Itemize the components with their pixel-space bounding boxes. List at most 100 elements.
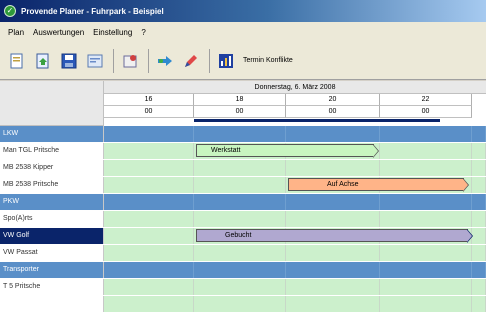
menu-auswertungen[interactable]: Auswertungen — [33, 28, 84, 37]
time-cell[interactable] — [104, 211, 194, 227]
chart-icon[interactable] — [215, 50, 237, 72]
time-cell — [194, 126, 286, 142]
toolbar-separator — [113, 48, 114, 73]
time-cell[interactable] — [286, 279, 380, 295]
open-icon[interactable] — [32, 50, 54, 72]
menu-bar: Plan Auswertungen Einstellung ? — [0, 22, 486, 42]
view-icon[interactable] — [84, 50, 106, 72]
time-cell[interactable] — [194, 279, 286, 295]
resource-label: T 5 Pritsche — [0, 279, 104, 295]
time-cell[interactable] — [472, 177, 486, 193]
group-row-transporter[interactable]: Transporter — [0, 262, 486, 279]
time-cell[interactable] — [194, 177, 286, 193]
time-cell[interactable] — [380, 211, 472, 227]
time-cell[interactable] — [104, 228, 194, 244]
time-cell — [286, 296, 380, 312]
time-cell — [380, 296, 472, 312]
title-bar: ✓ Provende Planer - Fuhrpark - Beispiel — [0, 0, 486, 22]
toolbar: Termin Konflikte — [0, 42, 486, 80]
time-cell — [194, 194, 286, 210]
resource-row[interactable]: Spo(A)rts — [0, 211, 486, 228]
conflicts-button[interactable]: Termin Konflikte — [243, 57, 293, 64]
group-row-pkw[interactable]: PKW — [0, 194, 486, 211]
bar-label: Auf Achse — [327, 181, 359, 188]
time-cell — [194, 296, 286, 312]
app-logo-icon: ✓ — [4, 5, 16, 17]
time-cell — [104, 262, 194, 278]
transfer-icon[interactable] — [154, 50, 176, 72]
resource-row[interactable]: MB 2538 Kipper — [0, 160, 486, 177]
time-cell[interactable] — [472, 228, 486, 244]
minute-cell: 00 — [286, 106, 380, 118]
time-cell[interactable] — [286, 245, 380, 261]
hour-cell: 16 — [104, 94, 194, 106]
hour-cell: 22 — [380, 94, 472, 106]
app-window: ✓ Provende Planer - Fuhrpark - Beispiel … — [0, 0, 486, 312]
resource-label: MB 2538 Pritsche — [0, 177, 104, 193]
time-cell[interactable] — [472, 279, 486, 295]
booking-bar-werkstatt[interactable]: Werkstatt — [196, 144, 379, 158]
date-header: Donnerstag, 6. März 2008 — [104, 81, 486, 94]
time-cell — [194, 262, 286, 278]
menu-plan[interactable]: Plan — [8, 28, 24, 37]
time-cell[interactable] — [380, 279, 472, 295]
time-cell[interactable] — [194, 160, 286, 176]
resource-label: Man TGL Pritsche — [0, 143, 104, 159]
bar-arrow — [463, 179, 468, 191]
gantt-chart: Donnerstag, 6. März 2008 16 18 20 22 00 … — [0, 81, 486, 312]
resource-row[interactable]: VW Passat — [0, 245, 486, 262]
group-label: PKW — [0, 194, 104, 210]
booking-bar-gebucht[interactable]: Gebucht — [196, 229, 473, 243]
time-cell — [104, 126, 194, 142]
menu-einstellung[interactable]: Einstellung — [93, 28, 132, 37]
time-cell — [104, 296, 194, 312]
time-cell[interactable] — [472, 211, 486, 227]
time-cell — [380, 126, 472, 142]
booking-bar-auf-achse[interactable]: Auf Achse — [288, 178, 469, 192]
bar-arrow — [373, 145, 378, 157]
pen-icon[interactable] — [180, 50, 202, 72]
resource-row[interactable]: Man TGL Pritsche Werkstatt — [0, 143, 486, 160]
time-cell[interactable] — [472, 160, 486, 176]
time-cell — [472, 194, 486, 210]
menu-help[interactable]: ? — [141, 28, 145, 37]
time-cell[interactable] — [104, 245, 194, 261]
resource-row[interactable]: MB 2538 Pritsche Auf Achse — [0, 177, 486, 194]
resource-label: Spo(A)rts — [0, 211, 104, 227]
tool-icon[interactable] — [119, 50, 141, 72]
time-cell — [472, 296, 486, 312]
header-corner — [0, 81, 104, 126]
time-cell[interactable] — [286, 211, 380, 227]
time-cell[interactable] — [104, 279, 194, 295]
group-label: Transporter — [0, 262, 104, 278]
time-cell[interactable] — [194, 245, 286, 261]
resource-label — [0, 296, 104, 312]
window-title: Provende Planer - Fuhrpark - Beispiel — [21, 6, 164, 16]
time-cell — [286, 194, 380, 210]
save-icon[interactable] — [58, 50, 80, 72]
time-cell[interactable] — [194, 211, 286, 227]
time-cell[interactable] — [380, 143, 472, 159]
time-cell[interactable] — [472, 143, 486, 159]
group-row-lkw[interactable]: LKW — [0, 126, 486, 143]
bar-label: Werkstatt — [211, 147, 241, 154]
resource-row[interactable]: T 5 Pritsche — [0, 279, 486, 296]
time-cell[interactable] — [286, 160, 380, 176]
resource-row-selected[interactable]: VW Golf Gebucht — [0, 228, 486, 245]
time-cell[interactable] — [380, 160, 472, 176]
time-cell[interactable] — [472, 245, 486, 261]
time-cell[interactable] — [380, 245, 472, 261]
new-icon[interactable] — [6, 50, 28, 72]
time-cell[interactable] — [104, 160, 194, 176]
toolbar-separator — [209, 48, 210, 73]
hour-cell: 20 — [286, 94, 380, 106]
time-cell[interactable] — [104, 177, 194, 193]
minute-cell: 00 — [194, 106, 286, 118]
toolbar-separator — [148, 48, 149, 73]
hour-header: 16 18 20 22 — [104, 94, 486, 106]
hour-cell: 18 — [194, 94, 286, 106]
resource-row-partial — [0, 296, 486, 312]
minute-cell: 00 — [380, 106, 472, 118]
minute-header: 00 00 00 00 — [104, 106, 486, 118]
time-cell[interactable] — [104, 143, 194, 159]
